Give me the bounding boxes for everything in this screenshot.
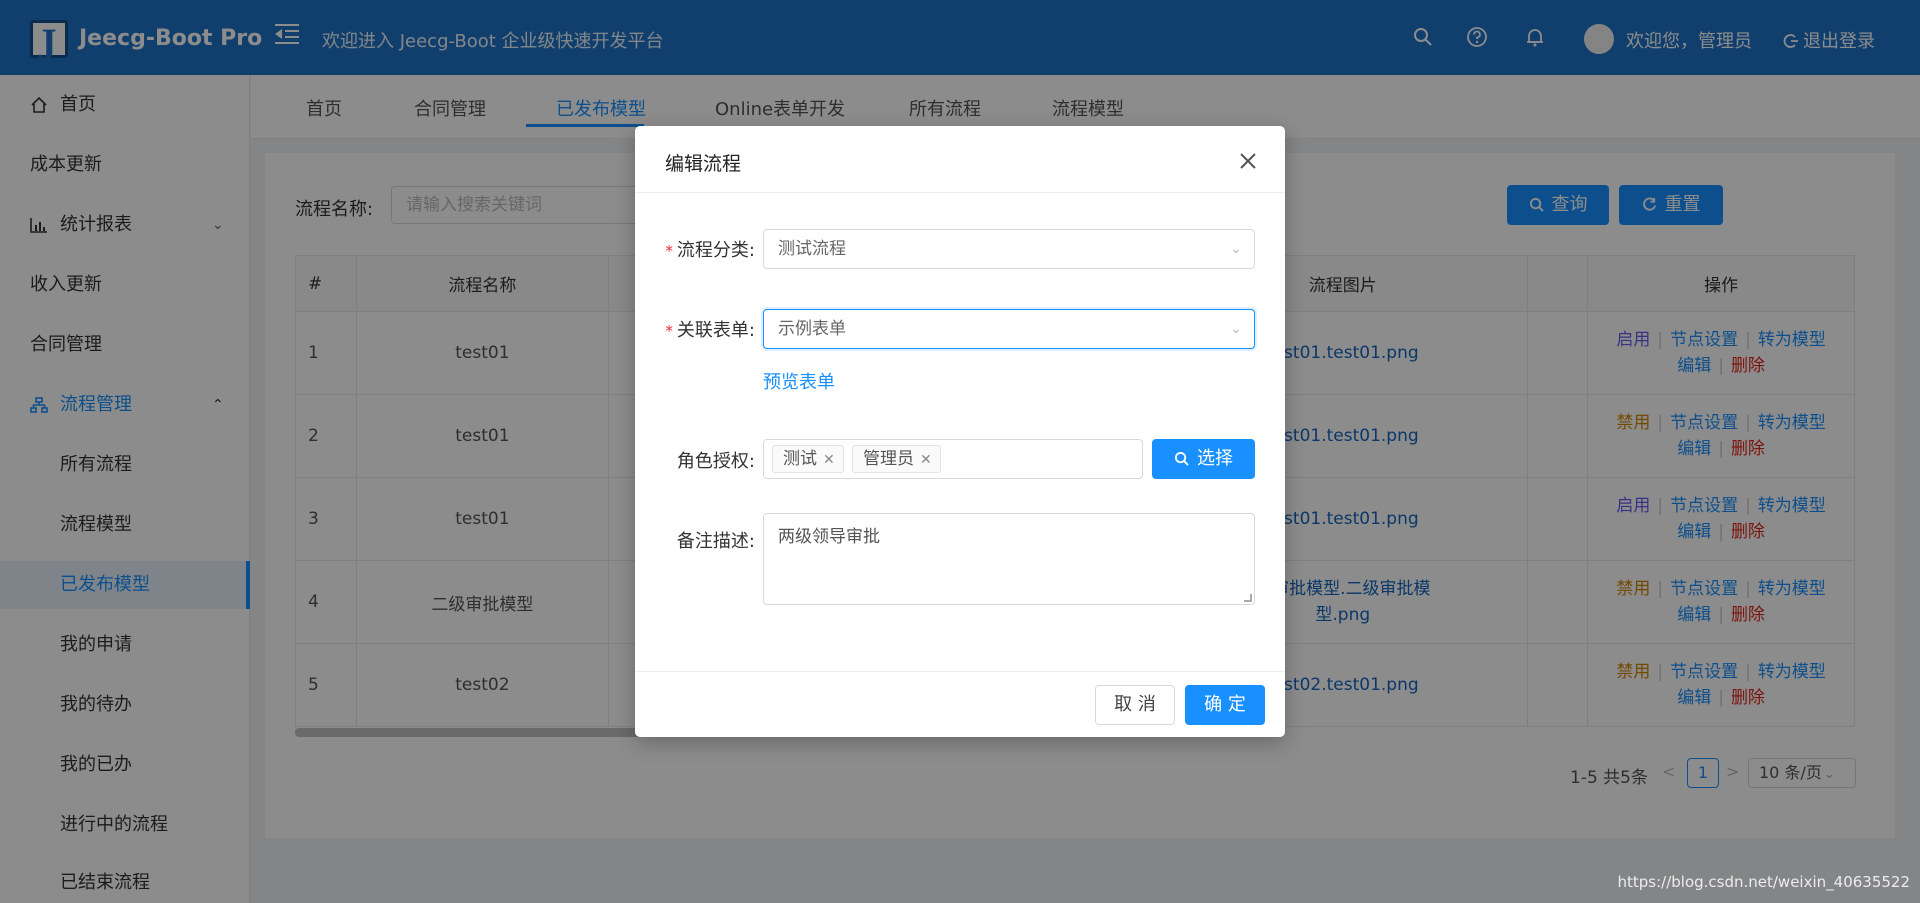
form-label: * 关联表单:	[635, 316, 755, 342]
form-label-text: 关联表单:	[676, 320, 755, 341]
ok-button[interactable]: 确 定	[1185, 685, 1265, 725]
role-tag: 管理员 ✕	[852, 445, 941, 473]
cancel-button[interactable]: 取 消	[1095, 685, 1175, 725]
remark-textarea[interactable]: 两级领导审批	[763, 513, 1255, 605]
close-icon[interactable]: ✕	[920, 452, 932, 468]
modal-header: 编辑流程	[635, 126, 1285, 193]
category-value: 测试流程	[778, 239, 846, 259]
close-icon[interactable]: ✕	[823, 452, 835, 468]
form-select[interactable]: 示例表单 ⌄	[763, 309, 1255, 349]
roles-label: 角色授权:	[676, 451, 755, 472]
role-tag: 测试 ✕	[772, 445, 844, 473]
category-select[interactable]: 测试流程 ⌄	[763, 229, 1255, 269]
category-label-text: 流程分类:	[676, 240, 755, 261]
remark-label: 备注描述:	[676, 531, 755, 552]
select-button-label: 选择	[1197, 448, 1233, 469]
chevron-down-icon: ⌄	[1230, 241, 1242, 257]
form-value: 示例表单	[778, 319, 846, 339]
close-icon[interactable]	[1239, 152, 1257, 170]
preview-form-link[interactable]: 预览表单	[763, 368, 835, 394]
remark-value: 两级领导审批	[778, 527, 880, 547]
select-roles-button[interactable]: 选择	[1152, 439, 1255, 479]
modal-footer: 取 消 确 定	[635, 671, 1285, 737]
modal-title: 编辑流程	[665, 153, 742, 175]
required-mark: *	[665, 242, 673, 260]
search-icon	[1174, 451, 1189, 466]
chevron-down-icon: ⌄	[1230, 321, 1242, 337]
role-tag-label: 管理员	[863, 449, 914, 469]
roles-tag-input[interactable]: 测试 ✕ 管理员 ✕	[763, 439, 1143, 479]
watermark-url: https://blog.csdn.net/weixin_40635522	[1617, 873, 1910, 891]
category-label: * 流程分类:	[635, 236, 755, 262]
role-tag-label: 测试	[783, 449, 817, 469]
edit-process-modal: 编辑流程 * 流程分类: 测试流程 ⌄ * 关联表单: 示例表单 ⌄ 预览表单 角色…	[635, 126, 1285, 737]
required-mark: *	[665, 322, 673, 340]
resize-handle[interactable]	[1244, 594, 1252, 602]
